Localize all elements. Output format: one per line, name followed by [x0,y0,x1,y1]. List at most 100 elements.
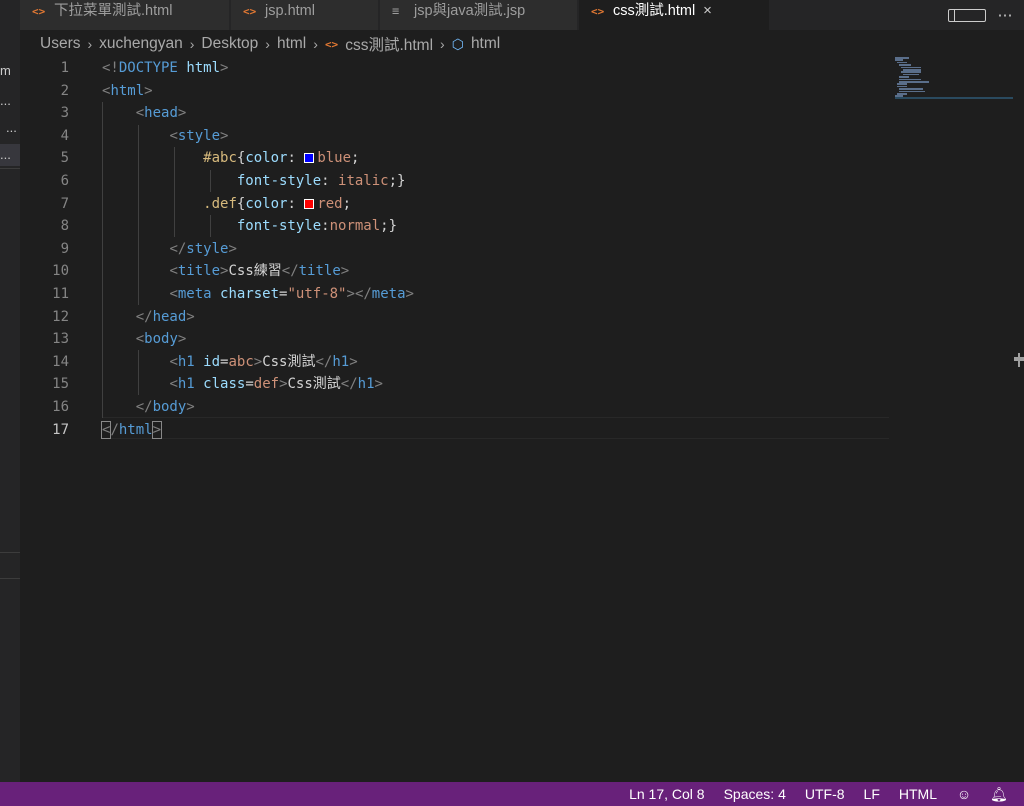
code-line[interactable]: <head> [102,102,414,125]
code-line[interactable]: </html> [100,419,414,442]
tab-css-test[interactable]: <> css測試.html × [579,0,770,30]
line-number: 7 [60,195,69,212]
sidebar-item[interactable]: ... [6,117,20,139]
text-lines-icon: ≡ [392,4,400,18]
code-line[interactable]: .def{color: red; [102,193,414,216]
line-number: 8 [60,218,69,235]
minimap-line [897,83,907,85]
line-number: 2 [60,82,69,99]
code-line[interactable]: <style> [102,125,414,148]
editor-tab-bar: <> 下拉菜單測試.html <> jsp.html ≡ jsp與java測試.jsp… [20,0,1024,30]
code-lines[interactable]: <!DOCTYPE html> <html> <head> <style> #ab… [100,57,414,442]
line-number: 12 [52,308,69,325]
code-line[interactable]: <!DOCTYPE html> [102,57,414,80]
code-line[interactable]: </style> [102,238,414,261]
code-line[interactable]: <meta charset="utf-8"></meta> [102,283,414,306]
code-line[interactable]: <body> [102,328,414,351]
symbol-element-icon: ⬡ [451,35,464,52]
sidebar-item[interactable]: ... [0,90,20,112]
line-number-current: 17 [52,421,69,438]
minimap[interactable] [895,57,1013,107]
minimap-line [899,78,921,81]
vertical-scrollbar[interactable] [1010,57,1024,782]
tab-actions: ⋯ [948,0,1024,30]
breadcrumb-item[interactable]: css測試.html [345,33,433,55]
tab-jsp-java-test[interactable]: ≡ jsp與java測試.jsp [380,0,578,30]
feedback-icon[interactable]: ☺ [956,786,972,802]
file-encoding[interactable]: UTF-8 [805,786,845,802]
sidebar-item-selected[interactable]: ... [0,144,20,166]
minimap-line [895,59,903,61]
color-swatch[interactable] [304,153,315,164]
sidebar-divider [0,578,20,579]
bell-icon[interactable]: 🔔︎ [990,786,1008,803]
split-editor-icon [948,9,986,23]
code-line[interactable]: <h1 class=def>Css測試</h1> [102,373,414,396]
minimap-line [899,88,923,90]
code-line[interactable]: <title>Css練習</title> [102,260,414,283]
minimap-line [899,76,909,78]
line-number: 3 [60,105,69,122]
code-line[interactable]: font-style:normal;} [102,215,414,238]
cursor-position-marker [1018,353,1020,367]
split-editor-button[interactable] [948,7,986,24]
minimap-line [899,64,911,66]
html-code-icon: <> [324,37,339,51]
indentation-setting[interactable]: Spaces: 4 [724,786,786,802]
minimap-line [903,73,919,76]
tab-dropdown-menu-test[interactable]: <> 下拉菜單測試.html [20,0,230,30]
breadcrumb-item[interactable]: Desktop [201,35,258,53]
chevron-right-icon: › [189,36,195,52]
line-number: 16 [52,398,69,415]
minimap-line [903,69,921,71]
tab-jsp-html[interactable]: <> jsp.html [231,0,379,30]
html-code-icon: <> [591,5,605,18]
line-number: 13 [52,331,69,348]
line-number: 9 [60,240,69,257]
line-number: 1 [60,60,69,76]
code-line[interactable]: <html> [102,80,414,103]
chevron-right-icon: › [265,36,270,52]
minimap-line [901,71,921,73]
minimap-line [895,57,909,59]
code-line[interactable]: </head> [102,306,414,329]
line-number-gutter: 1 2 3 4 5 6 7 8 9 10 11 12 13 14 15 16 1… [20,57,76,441]
line-number: 4 [60,127,69,144]
code-line[interactable]: #abc{color: blue; [102,147,414,170]
chevron-right-icon: › [87,36,93,52]
close-icon[interactable]: × [703,0,712,22]
cursor-position[interactable]: Ln 17, Col 8 [629,786,705,802]
code-line[interactable]: </body> [102,396,414,419]
breadcrumb: Users › xuchengyan › Desktop › html › <>… [40,33,500,55]
line-number: 10 [52,263,69,280]
minimap-slider[interactable] [895,97,1013,99]
minimap-line [899,81,929,83]
breadcrumb-item[interactable]: html [471,35,500,53]
line-number: 11 [52,285,69,302]
breadcrumb-item[interactable]: xuchengyan [99,35,183,53]
minimap-line [901,66,921,69]
line-number: 5 [60,150,69,167]
line-number: 6 [60,172,69,189]
code-editor[interactable]: 1 2 3 4 5 6 7 8 9 10 11 12 13 14 15 16 1… [20,57,1024,782]
minimap-line [897,61,907,64]
end-of-line[interactable]: LF [864,786,880,802]
more-icon: ⋯ [997,7,1013,24]
line-number: 15 [52,376,69,393]
html-code-icon: <> [243,5,257,18]
breadcrumb-item[interactable]: Users [40,35,80,53]
chevron-right-icon: › [313,36,318,52]
sidebar-item[interactable]: m [0,60,20,82]
sidebar-divider [0,168,20,169]
minimap-line [897,93,907,95]
chevron-right-icon: › [440,36,445,52]
code-line[interactable]: font-style: italic;} [102,170,414,193]
language-mode[interactable]: HTML [899,786,937,802]
color-swatch[interactable] [304,198,315,209]
breadcrumb-item[interactable]: html [277,35,306,53]
html-code-icon: <> [32,5,46,18]
line-number: 14 [52,353,69,370]
code-line[interactable]: <h1 id=abc>Css測試</h1> [102,351,414,374]
more-actions-button[interactable]: ⋯ [986,6,1024,24]
minimap-line [899,90,925,93]
